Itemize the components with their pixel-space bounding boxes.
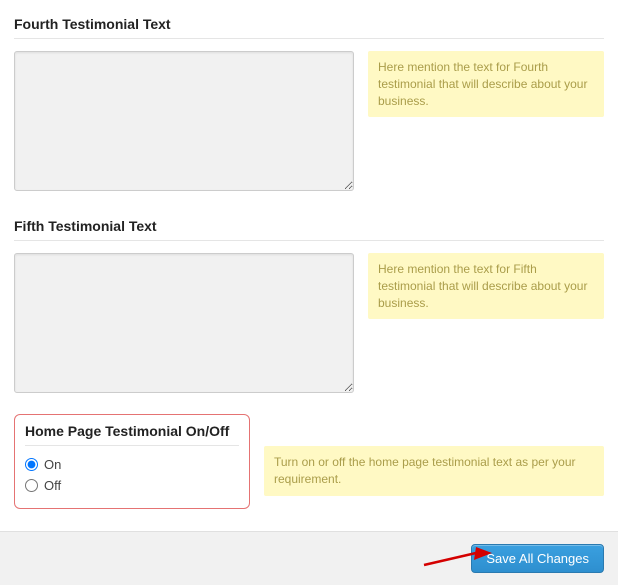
toggle-on-label: On bbox=[44, 457, 61, 472]
toggle-hint: Turn on or off the home page testimonial… bbox=[264, 446, 604, 496]
fifth-testimonial-hint: Here mention the text for Fifth testimon… bbox=[368, 253, 604, 319]
footer-bar: Save All Changes bbox=[0, 531, 618, 585]
fifth-testimonial-title: Fifth Testimonial Text bbox=[14, 212, 604, 241]
toggle-off-label: Off bbox=[44, 478, 61, 493]
toggle-on-radio[interactable] bbox=[25, 458, 38, 471]
toggle-title: Home Page Testimonial On/Off bbox=[25, 423, 239, 446]
fourth-testimonial-hint: Here mention the text for Fourth testimo… bbox=[368, 51, 604, 117]
toggle-on-row[interactable]: On bbox=[25, 454, 239, 475]
testimonial-toggle-section: Home Page Testimonial On/Off On Off Turn… bbox=[14, 414, 604, 509]
toggle-off-row[interactable]: Off bbox=[25, 475, 239, 496]
fifth-testimonial-section: Fifth Testimonial Text Here mention the … bbox=[14, 212, 604, 396]
fourth-testimonial-textarea[interactable] bbox=[14, 51, 354, 191]
save-all-changes-button[interactable]: Save All Changes bbox=[471, 544, 604, 573]
toggle-off-radio[interactable] bbox=[25, 479, 38, 492]
fourth-testimonial-title: Fourth Testimonial Text bbox=[14, 10, 604, 39]
fifth-testimonial-textarea[interactable] bbox=[14, 253, 354, 393]
fourth-testimonial-section: Fourth Testimonial Text Here mention the… bbox=[14, 10, 604, 194]
